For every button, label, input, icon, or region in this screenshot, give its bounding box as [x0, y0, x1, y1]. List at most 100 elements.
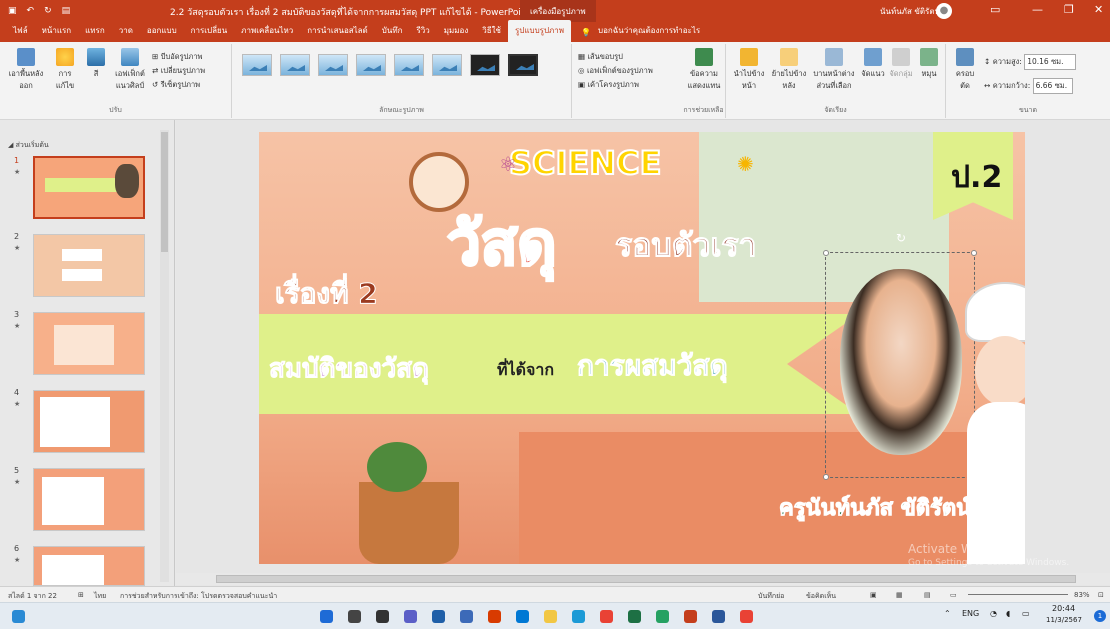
battery-icon[interactable]: ▭ — [1022, 609, 1030, 618]
teams-icon[interactable] — [404, 610, 417, 623]
tray-chevron-icon[interactable]: ⌃ — [944, 609, 951, 618]
artistic-effects-button[interactable]: เอฟเฟ็กต์แนวศิลป์ — [112, 48, 148, 92]
chrome-icon[interactable] — [740, 610, 753, 623]
slide-canvas[interactable]: SCIENCE ⚛ ✺ ป.2 วัสดุ รอบตัวเรา เรื่องที… — [259, 132, 1025, 564]
horizontal-scrollbar[interactable] — [176, 573, 1110, 585]
tab-file[interactable]: ไฟล์ — [6, 24, 35, 42]
color-button[interactable]: สี — [84, 48, 108, 80]
tab-view[interactable]: มุมมอง — [437, 24, 476, 42]
picture-layout-button[interactable]: ▣ เค้าโครงรูปภาพ — [578, 78, 688, 92]
edge-icon[interactable] — [572, 610, 585, 623]
save-icon[interactable]: ▣ — [8, 6, 17, 16]
send-backward-button[interactable]: ย้ายไปข้างหลัง — [770, 48, 808, 92]
app-icon[interactable] — [432, 610, 445, 623]
powerpoint-icon[interactable] — [684, 610, 697, 623]
reading-view-icon[interactable]: ▤ — [924, 591, 931, 599]
rotate-handle-icon[interactable]: ↻ — [896, 231, 906, 245]
zoom-level[interactable]: 83% — [1074, 591, 1090, 599]
slide-thumbnail-4[interactable] — [33, 390, 145, 453]
notes-button[interactable]: บันทึกย่อ — [758, 591, 784, 602]
slideshow-icon[interactable]: ▭ — [950, 591, 957, 599]
picture-effects-button[interactable]: ◎ เอฟเฟ็กต์ของรูปภาพ — [578, 64, 688, 78]
mail-icon[interactable] — [516, 610, 529, 623]
volume-icon[interactable]: ◖ — [1006, 609, 1010, 618]
zoom-slider[interactable] — [968, 594, 1068, 595]
picture-style-3[interactable] — [318, 54, 348, 76]
picture-border-button[interactable]: ▦ เส้นขอบรูป — [578, 50, 688, 64]
chrome-icon[interactable] — [600, 610, 613, 623]
spellcheck-icon[interactable]: ⊞ — [78, 591, 84, 599]
app-icon[interactable] — [656, 610, 669, 623]
alt-text-button[interactable]: ข้อความแสดงแทน — [686, 48, 722, 92]
redo-icon[interactable]: ↻ — [44, 6, 52, 16]
width-input[interactable]: 6.66 ซม. — [1032, 78, 1073, 94]
search-icon[interactable] — [348, 610, 361, 623]
tab-slideshow[interactable]: การนำเสนอสไลด์ — [300, 24, 375, 42]
tab-help[interactable]: วิธีใช้ — [475, 24, 508, 42]
corrections-button[interactable]: การแก้ไข — [50, 48, 80, 92]
avatar[interactable]: ● — [936, 3, 952, 19]
slide-thumbnail-5[interactable] — [33, 468, 145, 531]
slide-thumbnail-2[interactable] — [33, 234, 145, 297]
language-label[interactable]: ไทย — [94, 591, 106, 602]
tab-design[interactable]: ออกแบบ — [140, 24, 184, 42]
office-icon[interactable] — [488, 610, 501, 623]
picture-style-7[interactable] — [470, 54, 500, 76]
clock-time[interactable]: 20:44 — [1052, 604, 1075, 613]
tab-review[interactable]: รีวิว — [409, 24, 436, 42]
teacher-photo-selection[interactable]: ↻ — [823, 231, 977, 480]
app-icon[interactable] — [460, 610, 473, 623]
clock-date[interactable]: 11/3/2567 — [1046, 616, 1082, 624]
minimize-icon[interactable]: — — [1032, 3, 1043, 16]
folder-icon[interactable] — [544, 610, 557, 623]
fit-slide-icon[interactable]: ⊡ — [1098, 591, 1104, 599]
tab-home[interactable]: หน้าแรก — [35, 24, 79, 42]
normal-view-icon[interactable]: ▣ — [870, 591, 877, 599]
user-name[interactable]: นันท์นภัส ขัติรัตน์ — [880, 5, 940, 18]
input-language[interactable]: ENG — [962, 609, 979, 618]
tab-animations[interactable]: ภาพเคลื่อนไหว — [234, 24, 300, 42]
tab-draw[interactable]: วาด — [112, 24, 140, 42]
group-button[interactable]: จัดกลุ่ม — [888, 48, 914, 80]
tab-record[interactable]: บันทึก — [375, 24, 410, 42]
undo-icon[interactable]: ↶ — [27, 6, 35, 16]
resize-handle[interactable] — [823, 474, 829, 480]
bring-forward-button[interactable]: นำไปข้างหน้า — [732, 48, 766, 92]
comments-button[interactable]: ข้อคิดเห็น — [806, 591, 836, 602]
picture-style-4[interactable] — [356, 54, 386, 76]
thumbnail-scrollbar[interactable] — [160, 130, 169, 582]
notification-badge[interactable]: 1 — [1094, 610, 1106, 622]
ribbon-display-icon[interactable]: ▭ — [990, 3, 1000, 16]
word-icon[interactable] — [712, 610, 725, 623]
tell-me-search[interactable]: บอกฉันว่าคุณต้องการทำอะไร — [598, 24, 707, 42]
rotate-button[interactable]: หมุน — [916, 48, 942, 80]
close-icon[interactable]: ✕ — [1094, 3, 1103, 16]
compress-button[interactable]: ⊞ บีบอัดรูปภาพ — [152, 50, 205, 64]
remove-background-button[interactable]: เอาพื้นหลังออก — [8, 48, 44, 92]
picture-style-5[interactable] — [394, 54, 424, 76]
picture-style-2[interactable] — [280, 54, 310, 76]
start-icon[interactable] — [320, 610, 333, 623]
picture-style-8[interactable] — [508, 54, 538, 76]
reset-picture-button[interactable]: ↺ รีเซ็ตรูปภาพ — [152, 78, 205, 92]
slide-sorter-icon[interactable]: ▦ — [896, 591, 903, 599]
wifi-icon[interactable]: ◔ — [990, 609, 997, 618]
tab-picture-format[interactable]: รูปแบบรูปภาพ — [507, 20, 572, 42]
accessibility-status[interactable]: การช่วยสำหรับการเข้าถึง: โปรดตรวจสอบคำแน… — [120, 591, 277, 602]
section-header[interactable]: ◢ ส่วนเริ่มต้น — [8, 140, 49, 151]
crop-button[interactable]: ครอบตัด — [952, 48, 978, 92]
present-icon[interactable]: ▤ — [62, 6, 71, 16]
slide-thumbnail-3[interactable] — [33, 312, 145, 375]
align-button[interactable]: จัดแนว — [860, 48, 886, 80]
slide-thumbnail-1[interactable] — [33, 156, 145, 219]
excel-icon[interactable] — [628, 610, 641, 623]
task-view-icon[interactable] — [376, 610, 389, 623]
picture-style-6[interactable] — [432, 54, 462, 76]
picture-style-1[interactable] — [242, 54, 272, 76]
resize-handle[interactable] — [823, 250, 829, 256]
height-input[interactable]: 10.16 ซม. — [1024, 54, 1077, 70]
widgets-icon[interactable] — [12, 610, 25, 623]
restore-icon[interactable]: ❐ — [1064, 3, 1074, 16]
resize-handle[interactable] — [971, 250, 977, 256]
tab-transitions[interactable]: การเปลี่ยน — [184, 24, 235, 42]
